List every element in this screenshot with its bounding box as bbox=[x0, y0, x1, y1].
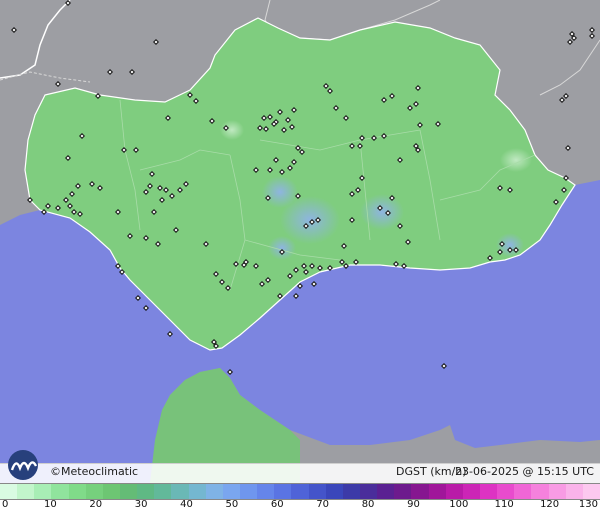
colorbar-segment bbox=[274, 484, 292, 499]
gust-highlight bbox=[262, 176, 298, 208]
colorbar-segment bbox=[137, 484, 155, 499]
colorbar-segment bbox=[102, 484, 120, 499]
colorbar-tick-label: 0 bbox=[2, 499, 9, 510]
colorbar-segment bbox=[188, 484, 206, 499]
colorbar-segment bbox=[531, 484, 549, 499]
colorbar-tick-label: 10 bbox=[44, 499, 57, 510]
colorbar-tick-label: 100 bbox=[449, 499, 469, 510]
colorbar-segment bbox=[565, 484, 583, 499]
colorbar-segment bbox=[222, 484, 240, 499]
colorbar bbox=[0, 483, 600, 500]
colorbar-segment bbox=[548, 484, 566, 499]
colorbar-segment bbox=[51, 484, 69, 499]
colorbar-segment bbox=[428, 484, 446, 499]
colorbar-segment bbox=[479, 484, 498, 499]
colorbar-tick-label: 120 bbox=[540, 499, 560, 510]
timestamp-label: 23-06-2025 @ 15:15 UTC bbox=[455, 465, 594, 478]
colorbar-tick-label: 40 bbox=[180, 499, 193, 510]
colorbar-segment bbox=[394, 484, 412, 499]
meteoclimatic-logo-icon bbox=[4, 448, 48, 482]
colorbar-segment bbox=[17, 484, 35, 499]
colorbar-tick-label: 90 bbox=[407, 499, 420, 510]
colorbar-segment bbox=[377, 484, 395, 499]
colorbar-tick-label: 130 bbox=[578, 499, 598, 510]
colorbar-segment bbox=[68, 484, 86, 499]
colorbar-segment bbox=[291, 484, 309, 499]
colorbar-segment bbox=[205, 484, 223, 499]
colorbar-segment bbox=[462, 484, 480, 499]
colorbar-segment bbox=[119, 484, 138, 499]
pale-highlight bbox=[500, 148, 532, 172]
gust-highlight bbox=[268, 236, 296, 260]
colorbar-segment bbox=[582, 484, 600, 499]
credit-label: ©Meteoclimatic bbox=[50, 465, 139, 478]
colorbar-tick-label: 50 bbox=[225, 499, 239, 510]
colorbar-tick-label: 70 bbox=[316, 499, 330, 510]
colorbar-ticks: 0 10 20 30 40 50 60 70 80 90 100 110 120 130 bbox=[0, 499, 600, 517]
colorbar-segment bbox=[514, 484, 532, 499]
colorbar-tick-label: 60 bbox=[270, 499, 284, 510]
colorbar-tick-label: 30 bbox=[134, 499, 148, 510]
colorbar-segment bbox=[34, 484, 52, 499]
colorbar-segment bbox=[308, 484, 326, 499]
colorbar-segment bbox=[239, 484, 258, 499]
gust-highlight bbox=[360, 194, 404, 230]
colorbar-segment bbox=[325, 484, 343, 499]
colorbar-segment bbox=[445, 484, 463, 499]
colorbar-segment bbox=[411, 484, 429, 499]
colorbar-segment bbox=[359, 484, 378, 499]
colorbar-tick-label: 20 bbox=[89, 499, 103, 510]
colorbar-segment bbox=[85, 484, 103, 499]
colorbar-segment bbox=[497, 484, 515, 499]
wind-gust-map bbox=[0, 0, 600, 483]
colorbar-segment bbox=[0, 484, 18, 499]
colorbar-segment bbox=[257, 484, 275, 499]
pale-highlight bbox=[220, 120, 244, 140]
colorbar-segment bbox=[171, 484, 189, 499]
colorbar-segment bbox=[154, 484, 172, 499]
colorbar-tick-label: 80 bbox=[361, 499, 375, 510]
colorbar-tick-label: 110 bbox=[494, 499, 514, 510]
colorbar-segment bbox=[342, 484, 360, 499]
